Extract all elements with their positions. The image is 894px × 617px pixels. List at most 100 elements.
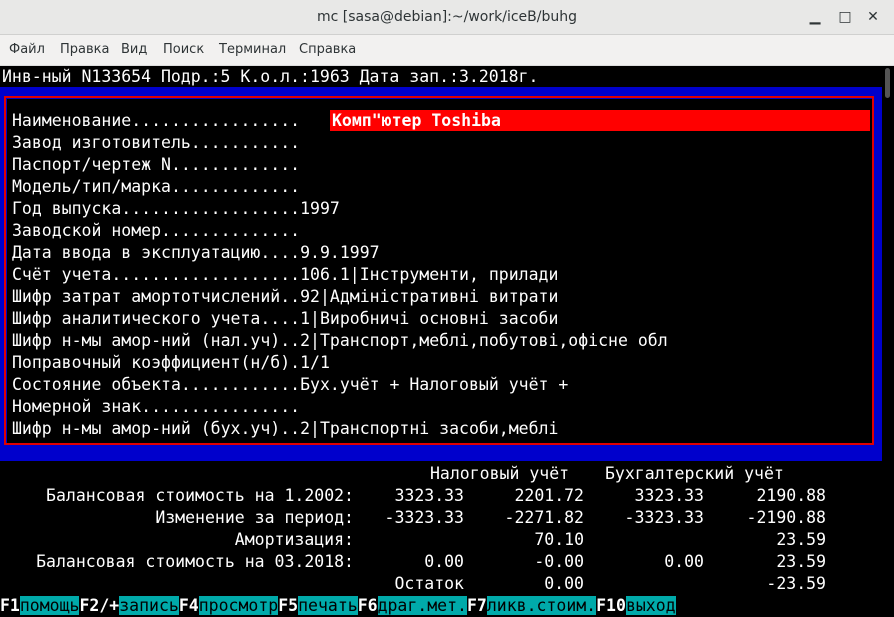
field-label: Заводской номер.............. <box>12 221 301 240</box>
field-value[interactable]: 92|Адміністративні витрати <box>300 287 558 306</box>
field-row[interactable]: Номерной знак................ <box>12 396 300 418</box>
maximize-icon[interactable]: □ <box>835 7 855 27</box>
field-label-name: Наименование................. <box>12 111 301 130</box>
field-label: Шифр н-мы амор-ний (нал.уч).. <box>12 331 301 350</box>
record-header: Инв-ный N133654 Подр.:5 К.о.л.:1963 Дата… <box>2 67 539 86</box>
cell: 70.10 <box>534 530 584 549</box>
field-label: Поправочный коэффициент(н/б). <box>12 353 301 372</box>
fkey-key: F7 <box>466 596 487 615</box>
fkey-f5[interactable]: F5печать <box>278 596 358 615</box>
field-label: Год выпуска.................. <box>12 199 301 218</box>
fkey-f1[interactable]: F1помощь <box>0 596 80 615</box>
fkey-label: запись <box>119 596 179 615</box>
cell: -3323.33 <box>624 508 704 527</box>
row-label: Балансовая стоимость на 1.2002: <box>46 486 354 505</box>
field-row[interactable]: Шифр аналитического учета....1|Виробничі… <box>12 308 558 330</box>
fkey-key: F5 <box>278 596 299 615</box>
cell: -3323.33 <box>384 508 464 527</box>
field-label: Дата ввода в эксплуатацию.... <box>12 243 301 262</box>
row-label: Амортизация: <box>234 530 354 549</box>
field-value[interactable]: 2|Транспортні засоби,меблі <box>300 419 558 438</box>
field-row[interactable]: Паспорт/чертеж N............. <box>12 154 300 176</box>
field-value-name[interactable]: Комп"ютер Toshiba <box>332 110 501 131</box>
field-label: Шифр н-мы амор-ний (бух.уч).. <box>12 419 301 438</box>
field-label: Шифр аналитического учета.... <box>12 309 301 328</box>
fkey-f10[interactable]: F10выход <box>596 596 676 615</box>
field-row[interactable]: Заводской номер.............. <box>12 220 300 242</box>
field-value[interactable]: 9.9.1997 <box>300 243 379 262</box>
field-row[interactable]: Шифр затрат амортотчислений..92|Адмініст… <box>12 286 558 308</box>
fkey-label: ликв.стоим. <box>486 596 597 615</box>
row-label: Остаток <box>394 574 464 593</box>
field-row[interactable]: Год выпуска..................1997 <box>12 198 340 220</box>
fkey-key: F2/+ <box>79 596 120 615</box>
field-row[interactable]: Дата ввода в эксплуатацию....9.9.1997 <box>12 242 380 264</box>
cell: 23.59 <box>776 530 826 549</box>
field-label: Счёт учета................... <box>12 265 301 284</box>
fkey-label: помощь <box>19 596 80 615</box>
field-label: Состояние объекта............ <box>12 375 301 394</box>
field-row[interactable]: Шифр н-мы амор-ний (бух.уч)..2|Транспорт… <box>12 418 558 440</box>
field-label: Шифр затрат амортотчислений.. <box>12 287 301 306</box>
cell: 0.00 <box>424 552 464 571</box>
terminal-screen[interactable]: Инв-ный N133654 Подр.:5 К.о.л.:1963 Дата… <box>0 66 882 617</box>
terminal-scrollbar[interactable] <box>882 66 894 617</box>
cell: -2190.88 <box>746 508 826 527</box>
field-row[interactable]: Состояние объекта............Бух.учёт + … <box>12 374 568 396</box>
cell: 3323.33 <box>394 486 464 505</box>
fkey-f7[interactable]: F7ликв.стоим. <box>466 596 597 615</box>
field-label: Модель/тип/марка............. <box>12 177 301 196</box>
window-titlebar[interactable]: mc [sasa@debian]:~/work/iceB/buhg ▁ □ ✕ <box>0 0 894 35</box>
menu-edit[interactable]: Правка <box>60 42 109 57</box>
col-header-accounting: Бухгалтерский учёт <box>605 464 784 483</box>
menu-view[interactable]: Вид <box>121 42 147 57</box>
field-label: Номерной знак................ <box>12 397 301 416</box>
cell: -0.00 <box>534 552 584 571</box>
cell: 2201.72 <box>514 486 584 505</box>
fkey-key: F10 <box>596 596 626 615</box>
menu-file[interactable]: Файл <box>9 42 45 57</box>
field-row[interactable]: Счёт учета...................106.1|Інстр… <box>12 264 558 286</box>
cell: -2271.82 <box>504 508 584 527</box>
field-value[interactable]: 1997 <box>300 199 340 218</box>
fkey-label: выход <box>625 596 676 615</box>
field-label: Паспорт/чертеж N............. <box>12 155 301 174</box>
minimize-icon[interactable]: ▁ <box>805 7 825 27</box>
field-highlight[interactable]: Комп"ютер Toshiba <box>330 110 870 131</box>
field-row[interactable]: Модель/тип/марка............. <box>12 176 300 198</box>
field-value[interactable]: 1/1 <box>300 353 330 372</box>
window-title: mc [sasa@debian]:~/work/iceB/buhg <box>317 9 577 25</box>
fkey-label: просмотр <box>198 596 279 615</box>
fkey-f2[interactable]: F2/+запись <box>79 596 179 615</box>
fkey-label: печать <box>298 596 358 615</box>
field-value[interactable]: 106.1|Інструменти, прилади <box>300 265 558 284</box>
field-value[interactable]: 2|Транспорт,меблі,побутові,офісне обл <box>300 331 668 350</box>
cell: 23.59 <box>776 552 826 571</box>
menu-terminal[interactable]: Терминал <box>219 42 286 57</box>
fkey-key: F6 <box>357 596 378 615</box>
fkey-label: драг.мет. <box>377 596 467 615</box>
menu-help[interactable]: Справка <box>299 42 356 57</box>
field-row[interactable]: Поправочный коэффициент(н/б).1/1 <box>12 352 330 374</box>
cell: 0.00 <box>664 552 704 571</box>
fkey-f4[interactable]: F4просмотр <box>178 596 279 615</box>
scrollbar-thumb[interactable] <box>885 68 890 98</box>
fkey-key: F1 <box>0 596 20 615</box>
menu-search[interactable]: Поиск <box>163 42 204 57</box>
fkey-f6[interactable]: F6драг.мет. <box>358 596 467 615</box>
field-value[interactable]: 1|Виробничі основні засоби <box>300 309 558 328</box>
close-icon[interactable]: ✕ <box>863 7 883 27</box>
row-label: Балансовая стоимость на 03.2018: <box>36 552 354 571</box>
function-key-bar: F1помощьF2/+записьF4просмотрF5печатьF6др… <box>0 595 676 617</box>
row-label: Изменение за период: <box>155 508 354 527</box>
menubar: Файл Правка Вид Поиск Терминал Справка <box>0 35 894 66</box>
field-row[interactable]: Шифр н-мы амор-ний (нал.уч)..2|Транспорт… <box>12 330 668 352</box>
field-row[interactable]: Завод изготовитель........... <box>12 132 300 154</box>
cell: 0.00 <box>544 574 584 593</box>
cell: -23.59 <box>766 574 826 593</box>
col-header-tax: Налоговый учёт <box>430 464 570 483</box>
fkey-key: F4 <box>178 596 199 615</box>
cell: 3323.33 <box>634 486 704 505</box>
field-value[interactable]: Бух.учёт + Налоговый учёт + <box>300 375 568 394</box>
cell: 2190.88 <box>756 486 826 505</box>
